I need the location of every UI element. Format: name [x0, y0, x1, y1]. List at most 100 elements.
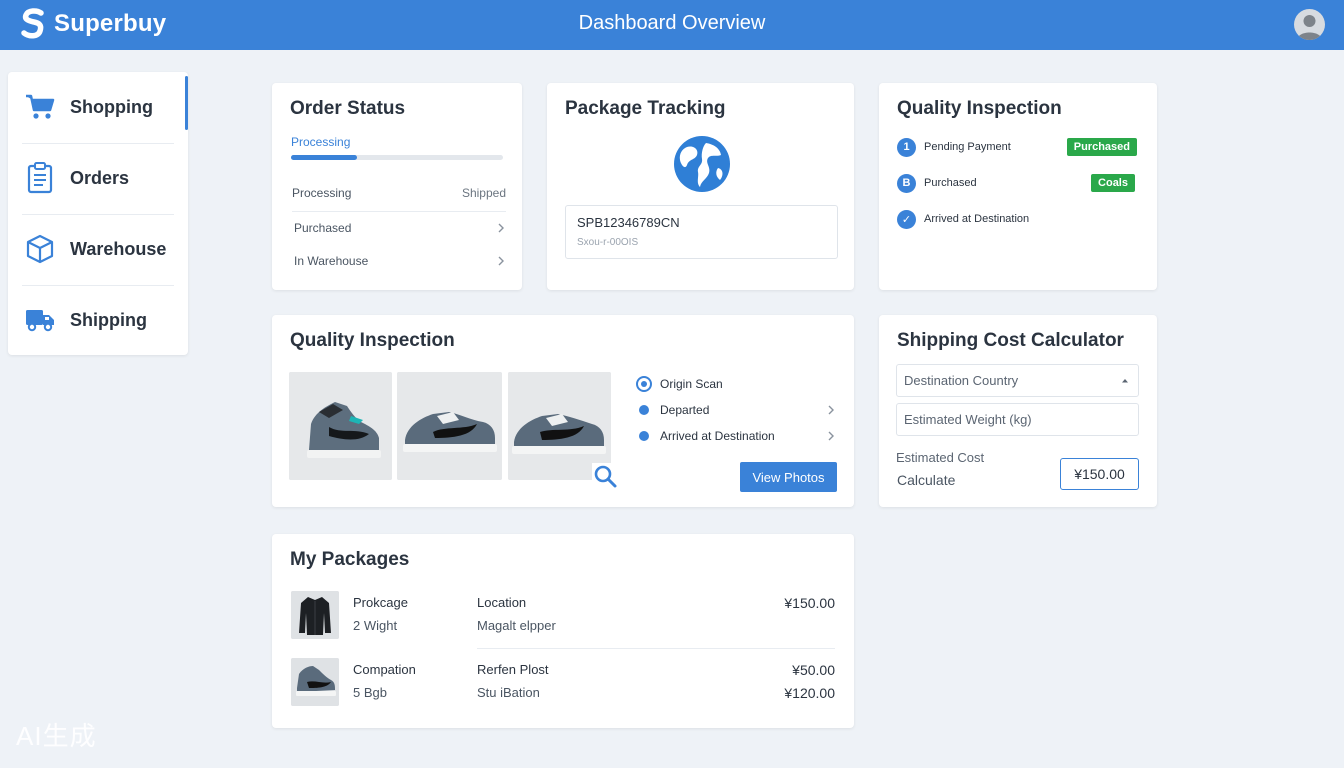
estimated-cost-label: Estimate⁠d Cost — [896, 450, 985, 465]
status-header-left: Processing — [292, 186, 352, 200]
truck-icon — [24, 304, 56, 336]
quality-inspection-photos-card: Quality Inspection Origin Scan Departed … — [272, 315, 854, 507]
cart-icon — [24, 91, 56, 123]
step-arrived[interactable]: Arrived at Destination — [636, 429, 836, 443]
status-badge: Purchased — [1066, 138, 1137, 156]
status-row-warehouse[interactable]: In Warehouse — [292, 254, 506, 268]
chevron-right-icon — [828, 405, 834, 415]
package-location-label: Location — [477, 595, 527, 610]
status-badge: Coals — [1091, 174, 1135, 192]
inspection-photo[interactable] — [289, 372, 392, 480]
clipboard-icon — [24, 162, 56, 194]
qi-row-label: Arrived at Destination — [924, 213, 1030, 225]
tracking-number: SPB12346789CN — [577, 215, 680, 230]
tracking-number-box[interactable]: SPB12346789CN Sxou-r-00OIS — [565, 205, 838, 259]
package-location-value: Magalt elpper — [477, 618, 556, 633]
step-dot-icon — [639, 431, 649, 441]
card-title: Quality Inspection — [290, 330, 455, 351]
package-name: Compation — [353, 662, 416, 677]
avatar[interactable] — [1294, 9, 1325, 40]
estimated-cost-value: ¥150.00 — [1060, 458, 1139, 490]
progress-fill — [291, 155, 357, 160]
active-indicator — [185, 76, 188, 130]
status-header-right: Shipped — [461, 186, 506, 200]
sidebar-item-label: Orders — [70, 167, 130, 188]
status-header: Processing Shipped — [292, 186, 506, 200]
qi-row-pending-payment: 1 Pending Payment Purchased — [897, 136, 1137, 158]
destination-country-select[interactable]: Destination Country — [896, 364, 1139, 397]
divider — [477, 648, 835, 649]
sneaker-image — [397, 372, 502, 480]
card-title: Shipping Cost Calculator — [897, 330, 1124, 351]
step-label: Departed — [660, 403, 710, 417]
search-icon — [594, 465, 617, 488]
current-step-icon — [636, 376, 652, 392]
package-tracking-card: Package Tracking SPB12346789CN Sxou-r-00… — [547, 83, 854, 290]
qi-row-arrived: ✓ Arrived at Destination — [897, 208, 1137, 230]
sidebar: Shopping Orders Warehouse Shipping — [8, 72, 188, 355]
sneaker-image — [289, 372, 392, 480]
estimated-weight-input[interactable]: Estimated Weight (kg) — [896, 403, 1139, 436]
card-title: Quality Inspection — [897, 98, 1062, 119]
package-price-secondary: ¥120.00 — [784, 685, 835, 701]
status-row-label: Purchased — [294, 221, 352, 235]
package-price: ¥50.00 — [792, 662, 835, 678]
chevron-right-icon — [498, 223, 504, 233]
input-placeholder: Estimated Weight (kg) — [904, 412, 1032, 427]
watermark: AI生成 — [16, 721, 97, 751]
sidebar-item-orders[interactable]: Orders — [22, 143, 174, 213]
step-number-icon: B — [897, 173, 916, 193]
status-row-purchased[interactable]: Purchased — [292, 221, 506, 235]
zoom-button[interactable] — [592, 463, 618, 489]
order-status-card: Order Status Processing Processing Shipp… — [272, 83, 522, 290]
my-packages-card: My Packages Prokcage 2 Wight Location Ma… — [272, 534, 854, 728]
sidebar-item-shopping[interactable]: Shopping — [22, 72, 174, 142]
status-row-label: In Warehouse — [294, 254, 369, 268]
top-bar: Superbuy Dashboard Overview — [0, 0, 1344, 50]
sidebar-item-label: Shipping — [70, 309, 147, 330]
dropdown-arrow-icon — [1122, 379, 1128, 383]
package-name: Prokcage — [353, 595, 408, 610]
qi-row-purchased: B Purchased Coals — [897, 172, 1137, 194]
qi-row-label: Purchased — [924, 177, 977, 189]
progress-bar — [291, 155, 503, 160]
package-location-value: Stu iBation — [477, 685, 540, 700]
package-location-label: Rerfen Plost — [477, 662, 549, 677]
package-detail: 5 Bgb — [353, 685, 387, 700]
sidebar-item-label: Shopping — [70, 96, 153, 117]
user-avatar-icon — [1297, 15, 1322, 40]
sneaker-image — [291, 658, 339, 706]
step-origin-scan: Origin Scan — [636, 376, 836, 392]
sidebar-item-warehouse[interactable]: Warehouse — [22, 214, 174, 284]
progress-label: Processing — [291, 135, 351, 149]
chevron-right-icon — [828, 431, 834, 441]
qi-row-label: Pending Payment — [924, 141, 1011, 153]
page-title: Dashboard Overview — [578, 12, 766, 34]
sidebar-item-label: Warehouse — [70, 238, 167, 259]
view-photos-button[interactable]: View Photos — [740, 462, 837, 492]
shipping-cost-calculator-card: Shipping Cost Calculator Destination Cou… — [879, 315, 1157, 507]
step-label: Origin Scan — [660, 377, 723, 391]
package-detail: 2 Wight — [353, 618, 398, 633]
tracking-subtext: Sxou-r-00OIS — [577, 237, 639, 248]
calculate-link[interactable]: Calculate — [897, 472, 955, 488]
package-thumbnail[interactable] — [291, 658, 339, 706]
step-label: Arrived at Destination — [660, 429, 775, 443]
divider — [292, 211, 506, 212]
chevron-right-icon — [498, 256, 504, 266]
step-departed[interactable]: Departed — [636, 403, 836, 417]
package-price: ¥150.00 — [784, 595, 835, 611]
quality-inspection-status-card: Quality Inspection 1 Pending Payment Pur… — [879, 83, 1157, 290]
package-thumbnail[interactable] — [291, 591, 339, 639]
inspection-photo[interactable] — [397, 372, 502, 480]
step-number-icon: 1 — [897, 137, 916, 157]
globe-icon — [674, 136, 730, 192]
box-icon — [24, 233, 56, 265]
card-title: Order Status — [290, 98, 406, 119]
select-placeholder: Destination Country — [904, 373, 1019, 388]
sidebar-item-shipping[interactable]: Shipping — [22, 285, 174, 355]
step-dot-icon — [639, 405, 649, 415]
card-title: My Packages — [290, 549, 410, 570]
check-icon: ✓ — [897, 209, 916, 229]
jacket-image — [291, 591, 339, 639]
